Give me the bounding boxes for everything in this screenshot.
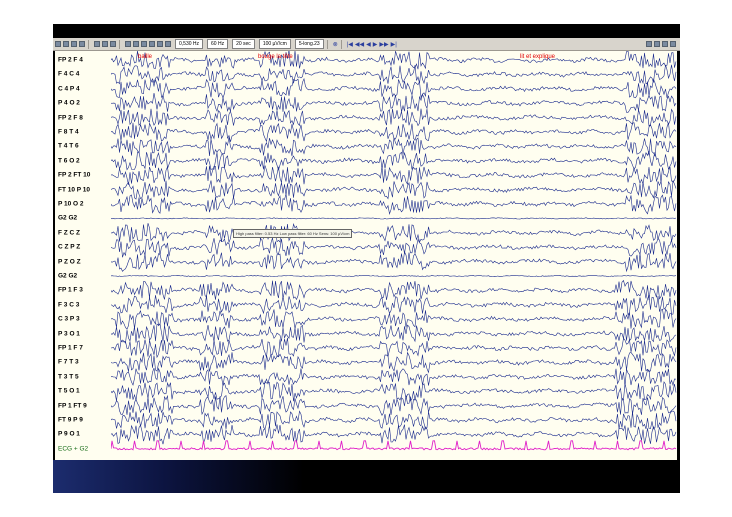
eeg-trace bbox=[111, 137, 677, 157]
channel-label: FP 2 FT 10 bbox=[58, 171, 91, 179]
toolbar-separator bbox=[326, 39, 328, 49]
channel-label: F 4 C 4 bbox=[58, 70, 80, 78]
toolbar-separator bbox=[88, 39, 89, 49]
record-icon[interactable] bbox=[670, 41, 676, 47]
channel-label: F 7 T 3 bbox=[58, 358, 79, 366]
channel-label: T 4 T 6 bbox=[58, 142, 79, 150]
toolbar: 0,530 Hz 60 Hz 20 sec 100 µV/cm 5-long.2… bbox=[53, 38, 680, 51]
paste-icon[interactable] bbox=[110, 41, 116, 47]
marker-icon[interactable] bbox=[157, 41, 163, 47]
channel-labels: FP 2 F 4 F 4 C 4 C 4 P 4 P 4 O 2 FP 2 F 8 F 8… bbox=[55, 51, 111, 460]
eeg-trace bbox=[111, 351, 677, 374]
eeg-trace bbox=[111, 394, 677, 416]
camera-icon[interactable] bbox=[662, 41, 668, 47]
sensitivity-select[interactable]: 100 µV/cm bbox=[258, 39, 291, 49]
channel-label: FP 2 F 8 bbox=[58, 114, 83, 122]
eeg-trace bbox=[111, 380, 677, 402]
eeg-trace bbox=[111, 237, 677, 258]
eeg-trace bbox=[111, 64, 677, 85]
cut-icon[interactable] bbox=[94, 41, 100, 47]
zoom-icon[interactable] bbox=[141, 41, 147, 47]
channel-label: F 3 C 3 bbox=[58, 301, 80, 309]
print-icon[interactable] bbox=[71, 41, 77, 47]
toolbar-separator bbox=[119, 39, 120, 49]
filter-icon[interactable] bbox=[133, 41, 139, 47]
filter-info-box: High pass filter: 0.53 Hz Low pass filte… bbox=[233, 229, 353, 238]
toolbar-separator bbox=[340, 39, 342, 49]
save-icon[interactable] bbox=[63, 41, 69, 47]
eeg-trace bbox=[111, 194, 677, 215]
channel-label: T 3 T 5 bbox=[58, 373, 79, 381]
eeg-trace bbox=[111, 410, 677, 430]
eeg-trace bbox=[111, 274, 677, 278]
channel-label: FP 2 F 4 bbox=[58, 56, 83, 64]
pen-icon[interactable] bbox=[646, 41, 652, 47]
eeg-trace bbox=[111, 222, 677, 244]
eeg-trace bbox=[111, 122, 677, 143]
eeg-trace bbox=[111, 337, 677, 359]
eeg-traces[interactable] bbox=[111, 51, 677, 460]
grid-icon[interactable] bbox=[165, 41, 171, 47]
channel-label: FP 1 FT 9 bbox=[58, 402, 87, 410]
eeg-trace bbox=[111, 77, 677, 99]
eeg-trace bbox=[111, 151, 677, 171]
prev-icon[interactable]: ◀ bbox=[366, 41, 371, 48]
preview-icon[interactable] bbox=[79, 41, 85, 47]
channel-label: C 4 P 4 bbox=[58, 85, 80, 93]
channel-label: FT 10 P 10 bbox=[58, 186, 91, 194]
channel-label: C Z P Z bbox=[58, 243, 81, 251]
channel-label: P 10 O 2 bbox=[58, 200, 84, 208]
copy-icon[interactable] bbox=[102, 41, 108, 47]
channel-label: F Z C Z bbox=[58, 229, 81, 237]
eeg-trace bbox=[111, 165, 677, 186]
eeg-trace bbox=[111, 294, 677, 316]
eeg-trace bbox=[111, 180, 677, 200]
channel-label: P Z O Z bbox=[58, 258, 81, 266]
montage-icon[interactable] bbox=[125, 41, 131, 47]
channel-label: FP 1 F 3 bbox=[58, 286, 83, 294]
eeg-trace bbox=[111, 367, 677, 387]
channel-label: P 9 O 1 bbox=[58, 430, 80, 438]
eeg-trace bbox=[111, 93, 677, 113]
montage-select[interactable]: 5-long.23 bbox=[294, 39, 324, 49]
eeg-trace bbox=[111, 323, 677, 344]
stop-icon[interactable]: ⊗ bbox=[333, 41, 338, 48]
next-fast-icon[interactable]: ▶▶ bbox=[379, 41, 388, 48]
channel-label: P 4 O 2 bbox=[58, 99, 80, 107]
channel-label: P 3 O 1 bbox=[58, 330, 80, 338]
channel-label: FP 1 F 7 bbox=[58, 344, 83, 352]
eeg-trace bbox=[111, 250, 677, 273]
annotation-bouge: bouge la tête bbox=[258, 54, 293, 60]
ecg-trace bbox=[111, 440, 677, 451]
slide-footer-bar bbox=[53, 460, 680, 493]
first-page-icon[interactable]: |◀ bbox=[347, 41, 353, 48]
channel-label: C 3 P 3 bbox=[58, 315, 80, 323]
channel-label: G2 G2 bbox=[58, 214, 78, 222]
prev-fast-icon[interactable]: ◀◀ bbox=[355, 41, 364, 48]
lowpass-select[interactable]: 60 Hz bbox=[207, 39, 229, 49]
tools-icon[interactable] bbox=[654, 41, 660, 47]
settings-icon[interactable] bbox=[149, 41, 155, 47]
last-page-icon[interactable]: ▶| bbox=[391, 41, 397, 48]
eeg-trace bbox=[111, 308, 677, 330]
annotation-baille: baille bbox=[138, 54, 153, 60]
channel-label: T 5 O 1 bbox=[58, 387, 80, 395]
play-icon[interactable]: ▶ bbox=[373, 41, 378, 48]
channel-label: F 8 T 4 bbox=[58, 128, 79, 136]
channel-label: G2 G2 bbox=[58, 272, 78, 280]
eeg-trace bbox=[111, 51, 677, 70]
channel-label: ECG + G2 bbox=[58, 445, 89, 453]
open-icon[interactable] bbox=[55, 41, 61, 47]
eeg-trace bbox=[111, 279, 677, 301]
annotation-lit: lit et explique bbox=[520, 54, 556, 60]
highpass-select[interactable]: 0,530 Hz bbox=[175, 39, 204, 49]
eeg-trace bbox=[111, 108, 677, 127]
channel-label: FT 9 P 9 bbox=[58, 416, 83, 424]
eeg-trace bbox=[111, 424, 677, 445]
eeg-panel[interactable]: FP 2 F 4 F 4 C 4 C 4 P 4 P 4 O 2 FP 2 F 8 F 8… bbox=[55, 51, 677, 460]
timebase-select[interactable]: 20 sec bbox=[232, 39, 255, 49]
channel-label: T 6 O 2 bbox=[58, 157, 80, 165]
eeg-trace bbox=[111, 217, 677, 220]
